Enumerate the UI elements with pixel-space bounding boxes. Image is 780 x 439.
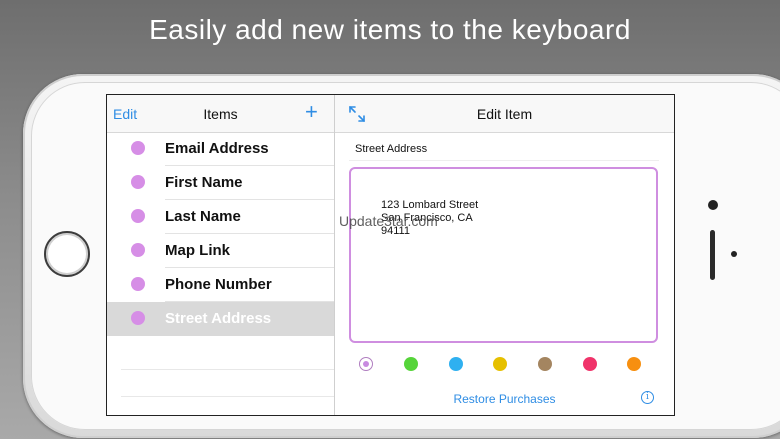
proximity-sensor (731, 251, 737, 257)
item-name-field[interactable]: Street Address (349, 139, 659, 161)
restore-purchases-button[interactable]: Restore Purchases (335, 392, 674, 406)
edit-navbar: Edit Item (335, 95, 674, 133)
front-camera (708, 200, 718, 210)
color-swatch-purple[interactable] (359, 357, 373, 371)
item-label: Email Address (165, 140, 269, 157)
edit-panel: Edit Item Street Address 123 Lombard Str… (335, 95, 674, 415)
color-swatch-blue[interactable] (449, 357, 463, 371)
items-list: Email Address First Name Last Name Map L… (107, 132, 334, 336)
info-icon[interactable]: i (641, 391, 654, 404)
item-label: Street Address (165, 310, 272, 327)
color-swatch-red[interactable] (583, 357, 597, 371)
item-color-dot (131, 243, 145, 257)
item-color-dot (131, 209, 145, 223)
color-swatch-brown[interactable] (538, 357, 552, 371)
item-label: Phone Number (165, 276, 272, 293)
item-color-dot (131, 141, 145, 155)
list-item[interactable]: First Name (107, 166, 334, 200)
item-content-textarea[interactable]: 123 Lombard Street San Francisco, CA 941… (339, 167, 658, 343)
items-panel: Edit Items + Email Address First Name La… (107, 95, 335, 415)
color-swatch-green[interactable] (404, 357, 418, 371)
add-item-button[interactable]: + (305, 100, 318, 124)
color-swatch-yellow[interactable] (493, 357, 507, 371)
item-label: Last Name (165, 208, 241, 225)
list-item[interactable]: Map Link (107, 234, 334, 268)
row-divider (121, 396, 334, 397)
row-divider (121, 369, 334, 370)
app-screen: Edit Items + Email Address First Name La… (106, 94, 675, 416)
headline: Easily add new items to the keyboard (149, 14, 631, 45)
color-picker (335, 357, 674, 373)
item-color-dot (131, 175, 145, 189)
list-item-selected[interactable]: Street Address (107, 302, 334, 336)
color-swatch-orange[interactable] (627, 357, 641, 371)
items-navbar: Edit Items + (107, 95, 334, 133)
home-button[interactable] (44, 231, 90, 277)
speaker-grille (710, 230, 715, 280)
items-title: Items (203, 106, 238, 122)
watermark-text: Update3tar.com (339, 213, 438, 229)
item-label: Map Link (165, 242, 231, 259)
edit-item-title: Edit Item (476, 106, 533, 122)
item-color-dot (131, 277, 145, 291)
list-item[interactable]: Email Address (107, 132, 334, 166)
item-label: First Name (165, 174, 243, 191)
item-color-dot (131, 311, 145, 325)
list-item[interactable]: Last Name (107, 200, 334, 234)
list-item[interactable]: Phone Number (107, 268, 334, 302)
